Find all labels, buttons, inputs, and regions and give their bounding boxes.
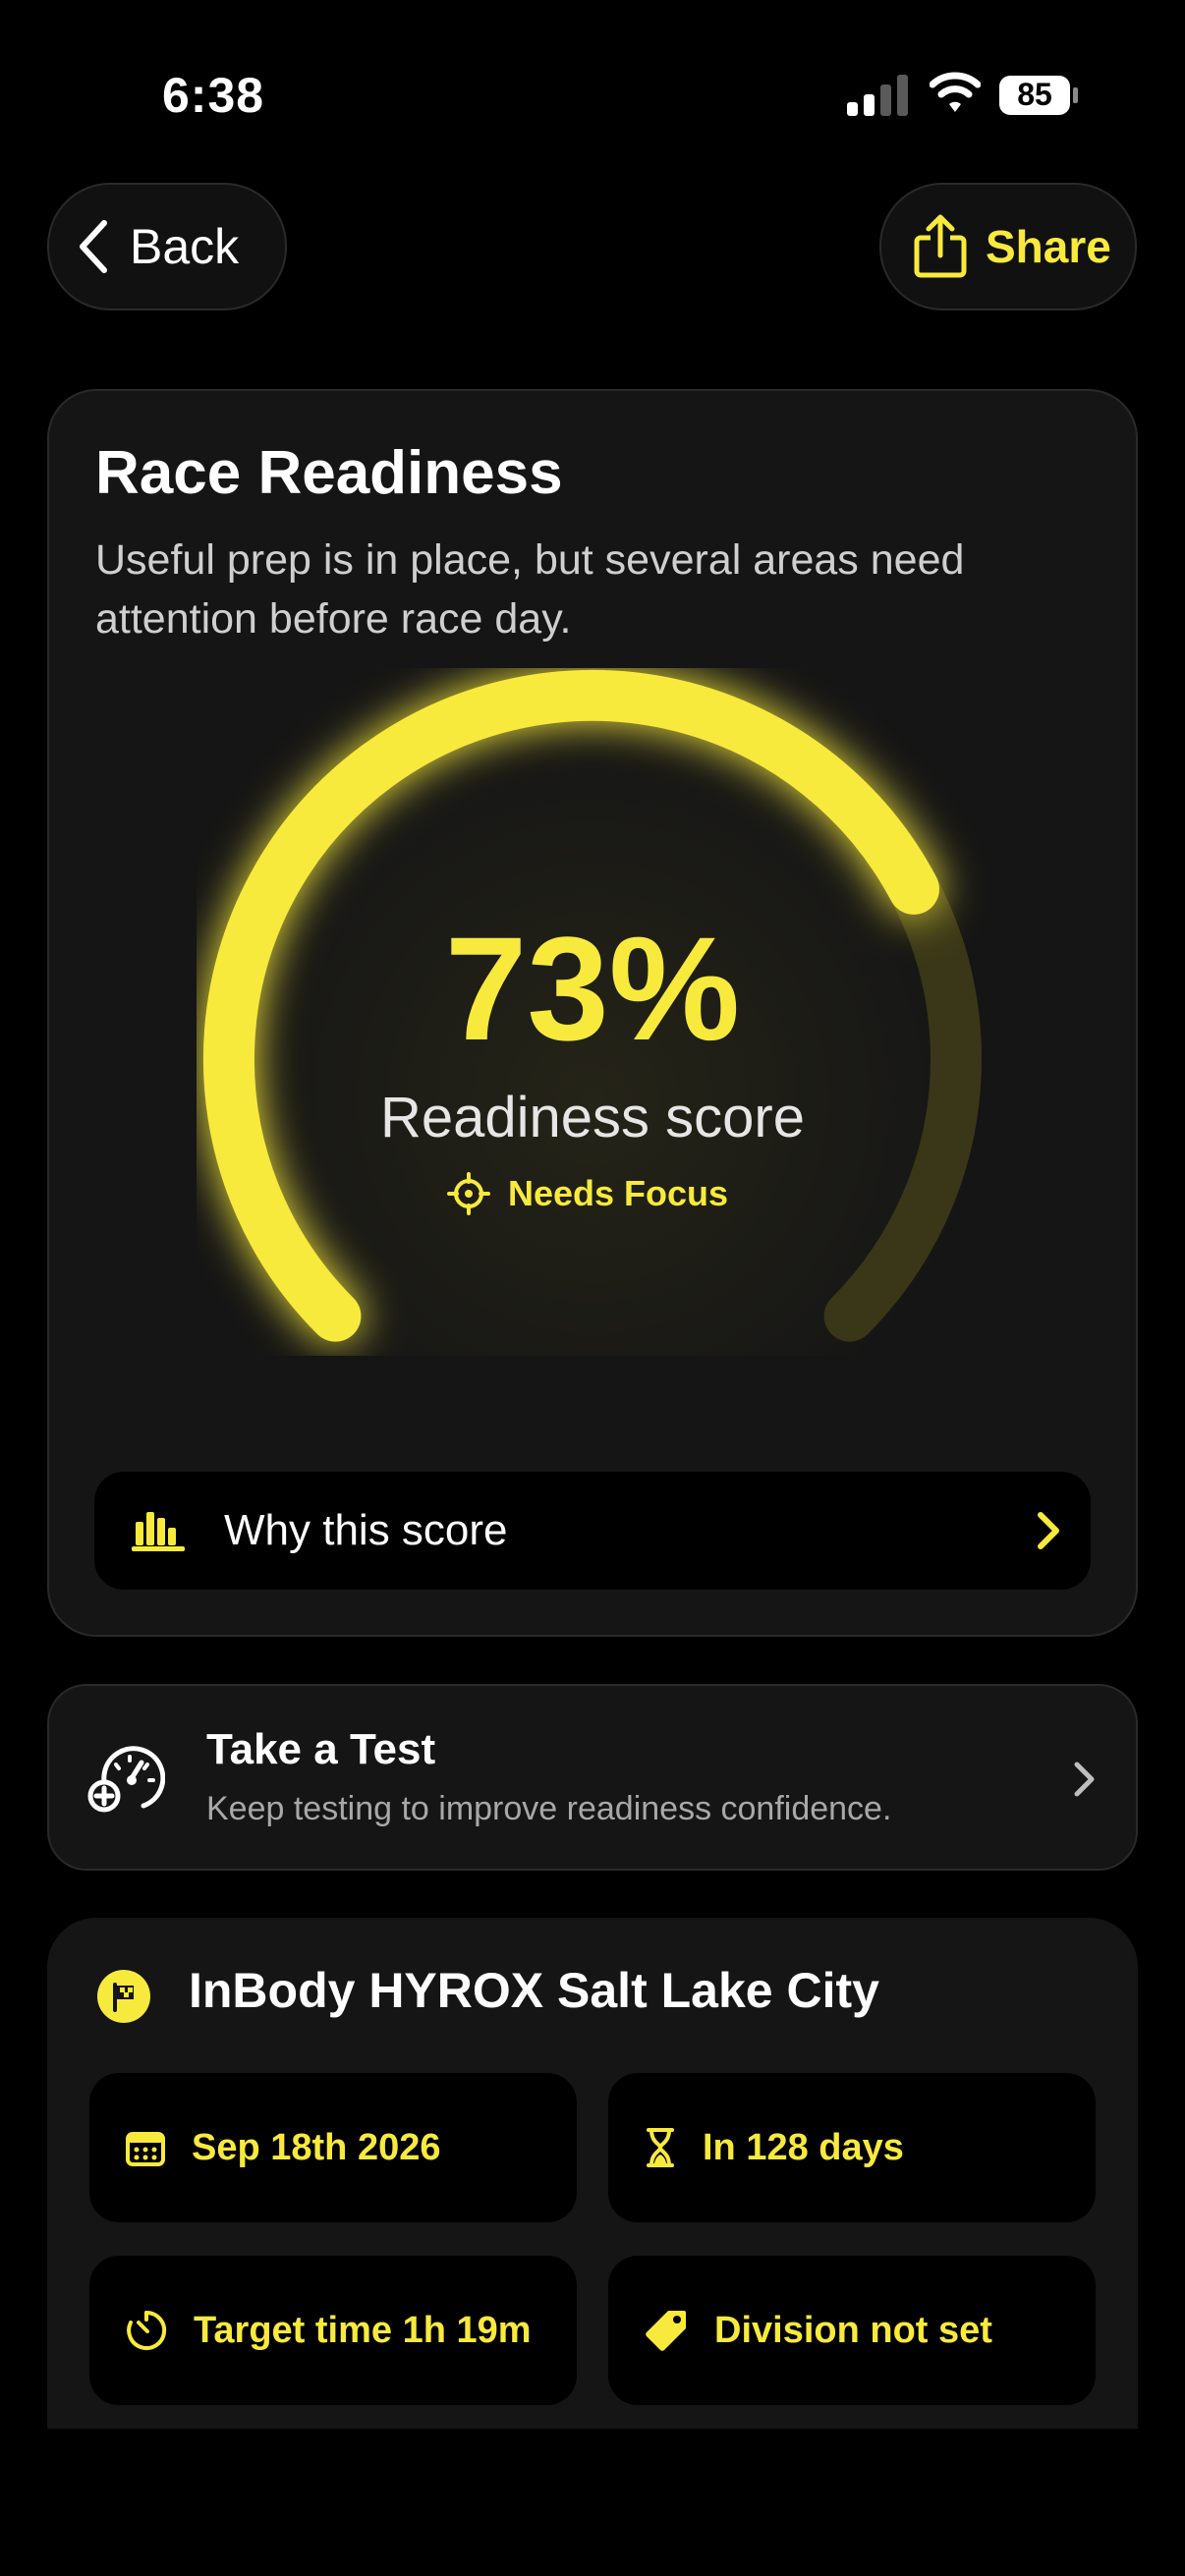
division-tile: Division not set — [608, 2256, 1096, 2405]
readiness-score: 73% — [444, 906, 741, 1071]
take-test-button[interactable] — [47, 1684, 1138, 1871]
chevron-right-icon — [1074, 1762, 1095, 1797]
take-test-subtitle: Keep testing to improve readiness confid… — [206, 1790, 892, 1827]
status-badge: Needs Focus — [447, 1172, 728, 1215]
share-button[interactable]: Share — [879, 183, 1137, 310]
chevron-right-icon — [1038, 1512, 1059, 1549]
battery-level: 85 — [1017, 77, 1052, 112]
race-flag-icon — [97, 1970, 150, 2023]
readiness-title: Race Readiness — [95, 439, 563, 507]
race-date-tile: Sep 18th 2026 — [89, 2073, 577, 2222]
timer-icon — [127, 2310, 167, 2350]
readiness-score-label: Readiness score — [380, 1086, 805, 1149]
division: Division not set — [714, 2309, 992, 2351]
race-name: InBody HYROX Salt Lake City — [189, 1963, 879, 2018]
back-label: Back — [130, 219, 240, 274]
why-this-score-button[interactable]: Why this score — [94, 1472, 1091, 1590]
crosshair-icon — [447, 1172, 490, 1215]
share-label: Share — [986, 221, 1111, 272]
target-time: Target time 1h 19m — [194, 2309, 532, 2351]
status-label: Needs Focus — [508, 1173, 729, 1213]
readiness-subtitle: Useful prep is in place, but several are… — [95, 536, 965, 643]
wifi-icon — [930, 72, 981, 112]
target-time-tile: Target time 1h 19m — [89, 2256, 577, 2405]
race-date: Sep 18th 2026 — [192, 2126, 441, 2168]
take-test-title: Take a Test — [206, 1725, 436, 1773]
race-countdown: In 128 days — [703, 2126, 904, 2168]
status-time: 6:38 — [162, 68, 265, 123]
signal-icon — [847, 75, 908, 116]
why-this-score-label: Why this score — [224, 1506, 508, 1554]
bar-chart-icon — [132, 1512, 185, 1551]
chevron-left-icon — [80, 220, 107, 273]
share-icon — [914, 214, 967, 278]
hourglass-icon — [647, 2128, 674, 2167]
battery-icon: 85 — [998, 75, 1079, 116]
speed-test-icon — [87, 1746, 165, 1813]
tag-icon — [646, 2311, 686, 2351]
calendar-icon — [126, 2132, 165, 2166]
race-countdown-tile: In 128 days — [608, 2073, 1096, 2222]
back-button[interactable]: Back — [47, 183, 287, 310]
